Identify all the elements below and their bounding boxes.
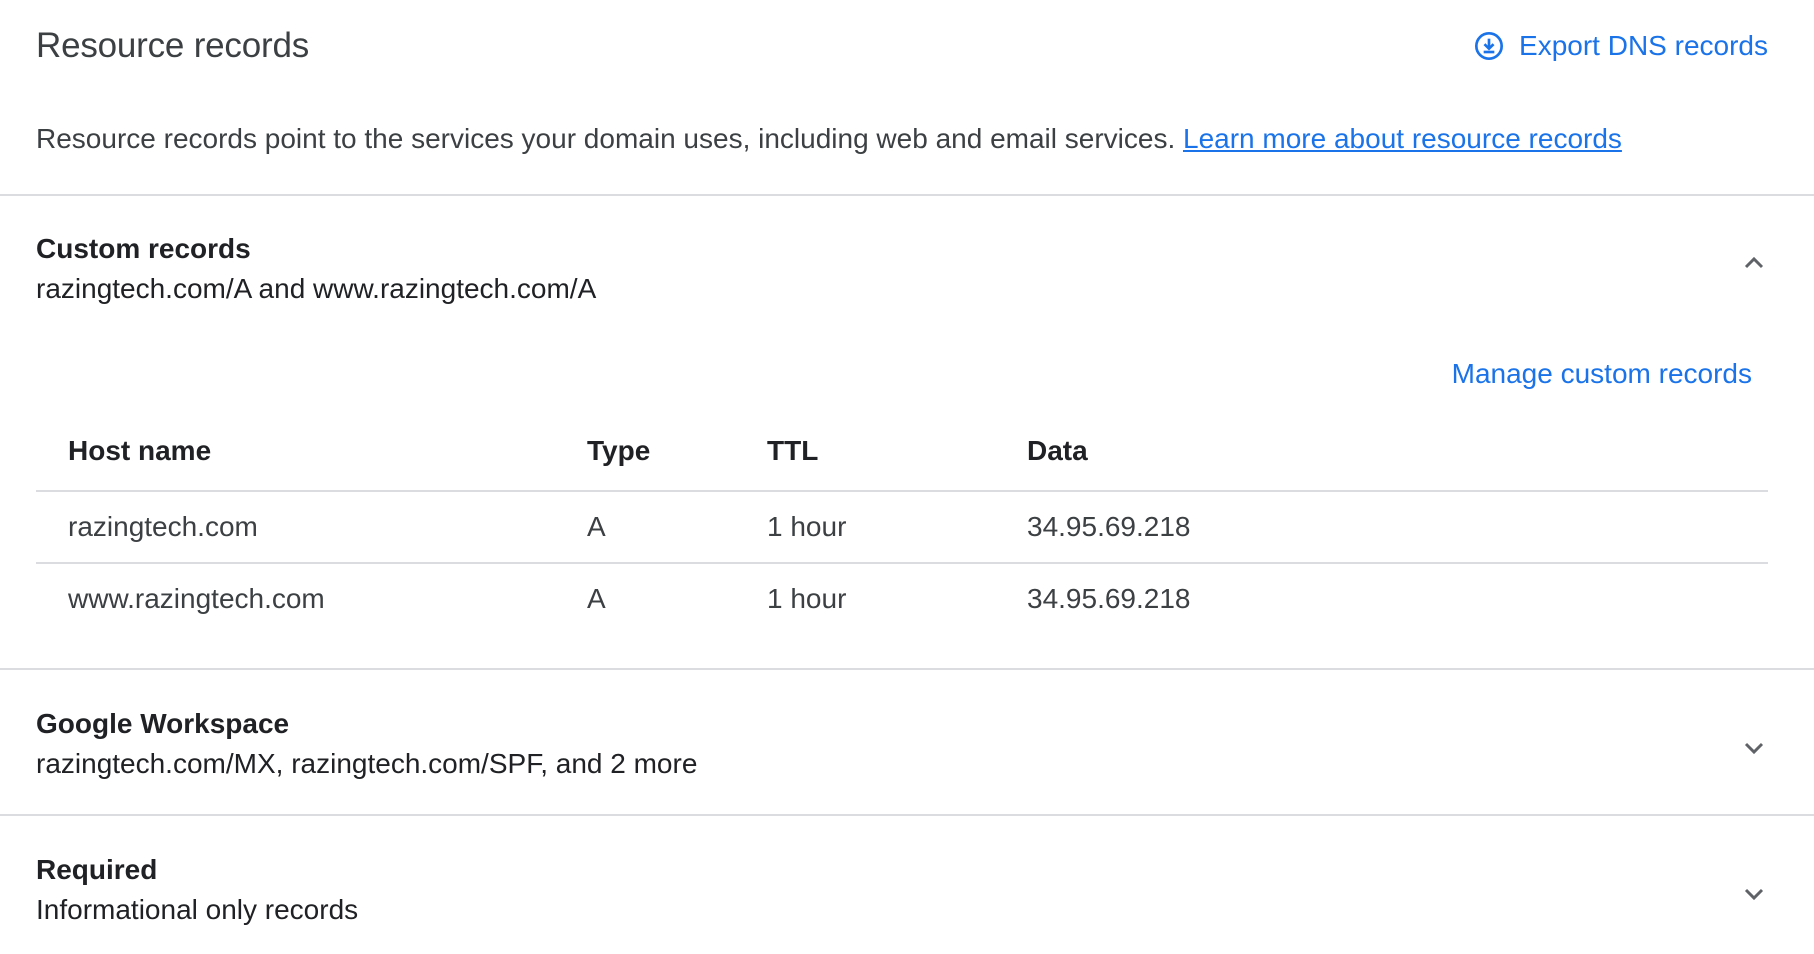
chevron-down-icon[interactable]	[1738, 878, 1770, 910]
export-dns-records-button[interactable]: Export DNS records	[1473, 30, 1768, 62]
custom-records-title: Custom records	[36, 233, 251, 264]
cell-host-name: www.razingtech.com	[68, 583, 325, 614]
cell-type: A	[587, 511, 606, 542]
page-description: Resource records point to the services y…	[36, 123, 1622, 155]
required-summary: Informational only records	[36, 894, 359, 925]
cell-data: 34.95.69.218	[1027, 511, 1191, 542]
page-title: Resource records	[36, 26, 310, 65]
manage-custom-records-button[interactable]: Manage custom records	[1452, 358, 1752, 390]
column-header-ttl: TTL	[767, 435, 819, 466]
cell-host-name: razingtech.com	[68, 511, 258, 542]
column-header-type: Type	[587, 435, 651, 466]
chevron-up-icon[interactable]	[1738, 247, 1770, 279]
cell-ttl: 1 hour	[767, 583, 847, 614]
chevron-down-icon[interactable]	[1738, 732, 1770, 764]
table-row-divider	[36, 490, 1768, 492]
table-row-divider	[36, 562, 1768, 564]
google-workspace-title: Google Workspace	[36, 708, 290, 739]
cell-ttl: 1 hour	[767, 511, 847, 542]
custom-records-summary: razingtech.com/A and www.razingtech.com/…	[36, 273, 597, 304]
download-circle-icon	[1473, 30, 1505, 62]
column-header-host-name: Host name	[68, 435, 212, 466]
resource-records-page: Resource records Export DNS records Reso…	[0, 0, 1814, 954]
learn-more-link[interactable]: Learn more about resource records	[1183, 123, 1622, 154]
export-dns-records-label: Export DNS records	[1519, 30, 1768, 61]
cell-type: A	[587, 583, 606, 614]
divider	[0, 668, 1814, 670]
divider	[0, 194, 1814, 196]
required-title: Required	[36, 854, 158, 885]
description-text: Resource records point to the services y…	[36, 123, 1184, 154]
divider	[0, 814, 1814, 816]
column-header-data: Data	[1027, 435, 1088, 466]
google-workspace-summary: razingtech.com/MX, razingtech.com/SPF, a…	[36, 748, 698, 779]
cell-data: 34.95.69.218	[1027, 583, 1191, 614]
